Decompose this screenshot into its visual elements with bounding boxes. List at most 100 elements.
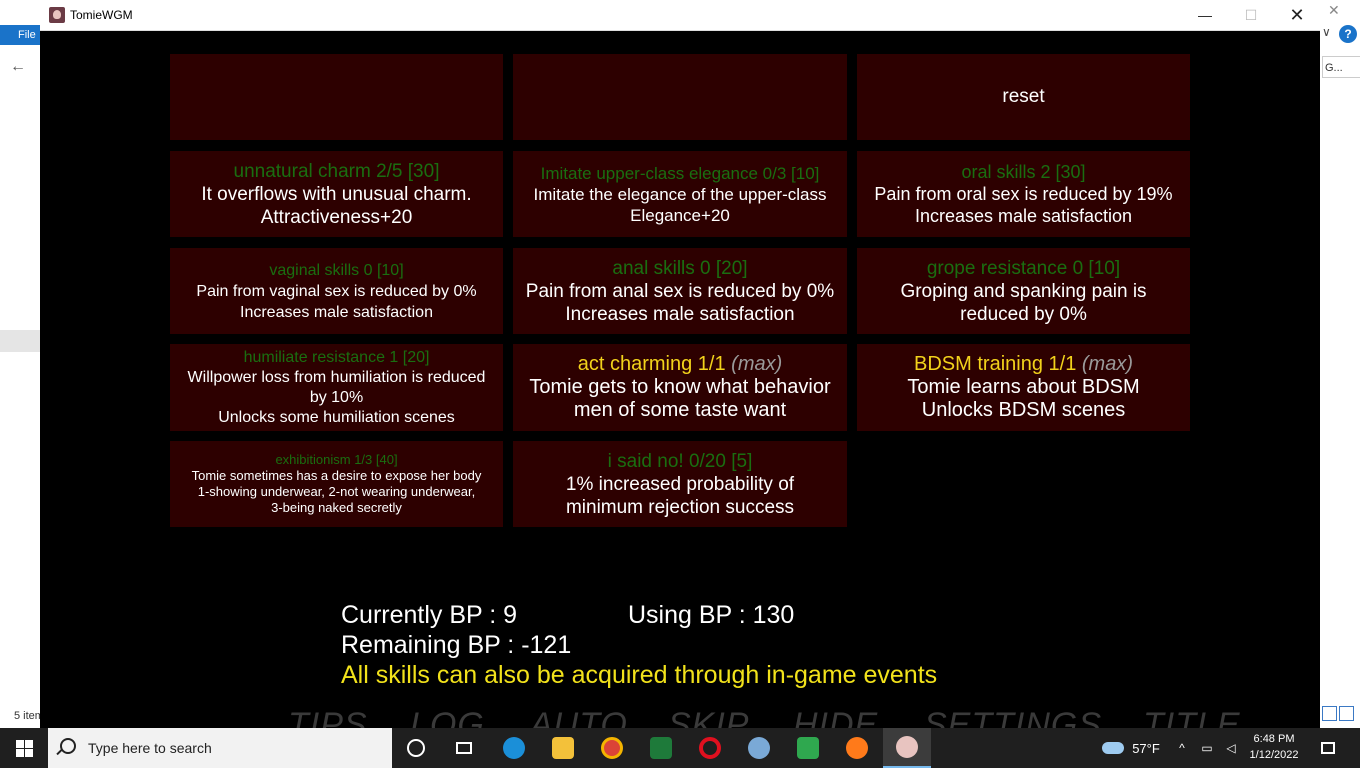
taskbar-opera[interactable] xyxy=(694,728,726,768)
skill-grope-resistance[interactable]: grope resistance 0 [10] Groping and span… xyxy=(857,248,1190,334)
chrome-icon xyxy=(601,737,623,759)
menu-skip[interactable]: SKIP xyxy=(668,706,749,728)
taskbar-chrome[interactable] xyxy=(596,728,628,768)
skill-name: unnatural charm 2/5 [30] xyxy=(233,160,440,182)
menu-tips[interactable]: TIPS xyxy=(288,706,368,728)
skill-effect: Increases male satisfaction xyxy=(565,303,795,325)
task-view-icon xyxy=(456,742,472,754)
windows-icon xyxy=(15,739,33,757)
menu-log[interactable]: LOG xyxy=(410,706,485,728)
skill-humiliate-resistance[interactable]: humiliate resistance 1 [20] Willpower lo… xyxy=(170,344,503,431)
taskbar-edge[interactable] xyxy=(498,728,530,768)
task-view-button[interactable] xyxy=(448,728,480,768)
skill-desc: Pain from vaginal sex is reduced by 0% xyxy=(196,282,477,300)
tomie-app-icon xyxy=(896,736,918,758)
skill-anal[interactable]: anal skills 0 [20] Pain from anal sex is… xyxy=(513,248,847,334)
skill-exhibitionism[interactable]: exhibitionism 1/3 [40] Tomie sometimes h… xyxy=(170,441,503,527)
explorer-search-field[interactable]: G... xyxy=(1322,56,1360,78)
menu-settings[interactable]: SETTINGS xyxy=(924,706,1102,728)
skill-desc-2: 1-showing underwear, 2-not wearing under… xyxy=(197,484,476,499)
skill-bdsm-training[interactable]: BDSM training 1/1 (max) Tomie learns abo… xyxy=(857,344,1190,431)
using-bp: Using BP : 130 xyxy=(628,601,795,629)
explorer-close-icon[interactable]: ✕ xyxy=(1328,2,1340,19)
skill-effect: Unlocks BDSM scenes xyxy=(921,399,1126,421)
lock-icon xyxy=(797,737,819,759)
skill-act-charming[interactable]: act charming 1/1 (max) Tomie gets to kno… xyxy=(513,344,847,431)
weather-temperature[interactable]: 57°F xyxy=(1128,728,1164,768)
empty-slot-1[interactable] xyxy=(170,54,503,140)
skill-desc: Groping and spanking pain is xyxy=(900,280,1147,302)
cortana-icon xyxy=(407,739,425,757)
explorer-file-tab[interactable]: File xyxy=(0,25,40,45)
network-icon[interactable]: ▭ xyxy=(1196,728,1218,768)
skill-desc: Pain from oral sex is reduced by 19% xyxy=(874,184,1173,204)
skill-name: anal skills 0 [20] xyxy=(612,257,748,279)
clock-date: 1/12/2022 xyxy=(1249,749,1299,761)
edge-icon xyxy=(503,737,525,759)
skill-name: act charming 1/1 xyxy=(577,353,726,375)
back-arrow-icon[interactable]: ← xyxy=(10,58,26,76)
menu-title[interactable]: TITLE xyxy=(1143,706,1241,728)
skill-imitate-elegance[interactable]: Imitate upper-class elegance 0/3 [10] Im… xyxy=(513,151,847,237)
max-tag: (max) xyxy=(731,353,783,375)
explorer-selected-row[interactable] xyxy=(0,330,40,352)
skill-name: exhibitionism 1/3 [40] xyxy=(275,452,398,467)
skill-desc: Tomie gets to know what behavior xyxy=(529,376,831,398)
skill-effect: Increases male satisfaction xyxy=(914,206,1133,226)
skill-effect: Attractiveness+20 xyxy=(260,206,413,228)
taskbar-app-paint[interactable] xyxy=(743,728,775,768)
skill-effect: Elegance+20 xyxy=(630,205,730,225)
window-title: TomieWGM xyxy=(70,8,133,22)
skill-name: humiliate resistance 1 [20] xyxy=(243,348,430,366)
taskbar-file-explorer[interactable] xyxy=(547,728,579,768)
skill-name-row: BDSM training 1/1 (max) xyxy=(914,353,1133,376)
reset-button[interactable]: reset xyxy=(857,54,1190,140)
skill-desc: 1% increased probability of xyxy=(565,473,795,495)
cloud-icon xyxy=(1102,742,1124,754)
tray-chevron-icon[interactable]: ^ xyxy=(1174,728,1190,768)
paint-icon xyxy=(748,737,770,759)
current-bp: Currently BP : 9 xyxy=(341,601,518,629)
taskbar-app-lock[interactable] xyxy=(792,728,824,768)
cortana-button[interactable] xyxy=(400,728,432,768)
skill-desc: Tomie learns about BDSM xyxy=(907,376,1140,398)
skill-desc: It overflows with unusual charm. xyxy=(201,183,472,205)
menu-auto[interactable]: AUTO xyxy=(530,706,628,728)
game-window: TomieWGM — ☐ ✕ reset unnatural charm 2/5… xyxy=(40,0,1320,728)
search-placeholder: Type here to search xyxy=(88,740,212,756)
notifications-button[interactable] xyxy=(1312,728,1344,768)
chevron-down-icon[interactable]: ∨ xyxy=(1322,25,1331,39)
max-tag: (max) xyxy=(1081,353,1133,375)
maximize-button[interactable]: ☐ xyxy=(1228,0,1274,30)
weather-icon[interactable] xyxy=(1098,728,1128,768)
close-button[interactable]: ✕ xyxy=(1274,0,1320,30)
search-icon xyxy=(60,738,76,754)
skill-desc: Imitate the elegance of the upper-class xyxy=(533,184,827,204)
start-button[interactable] xyxy=(0,728,48,768)
skill-oral[interactable]: oral skills 2 [30] Pain from oral sex is… xyxy=(857,151,1190,237)
bp-note: All skills can also be acquired through … xyxy=(341,661,938,689)
folder-icon xyxy=(552,737,574,759)
taskbar-search[interactable]: Type here to search xyxy=(48,728,392,768)
taskbar-tomiewgm[interactable] xyxy=(883,728,931,768)
volume-icon[interactable]: ◁ xyxy=(1220,728,1242,768)
minimize-button[interactable]: — xyxy=(1182,0,1228,30)
skill-i-said-no[interactable]: i said no! 0/20 [5] 1% increased probabi… xyxy=(513,441,847,527)
empty-slot-2[interactable] xyxy=(513,54,847,140)
view-toggle-icons[interactable] xyxy=(1322,706,1356,724)
clock-time: 6:48 PM xyxy=(1253,733,1295,745)
help-icon[interactable]: ? xyxy=(1339,25,1357,43)
skill-name: vaginal skills 0 [10] xyxy=(269,261,404,279)
reset-label: reset xyxy=(1002,86,1045,107)
skill-effect: reduced by 0% xyxy=(960,303,1087,325)
taskbar-app-green[interactable] xyxy=(645,728,677,768)
opera-icon xyxy=(699,737,721,759)
skill-vaginal[interactable]: vaginal skills 0 [10] Pain from vaginal … xyxy=(170,248,503,334)
skill-desc: Tomie sometimes has a desire to expose h… xyxy=(191,468,482,483)
explorer-titlebar xyxy=(0,0,40,25)
taskbar-clock[interactable]: 6:48 PM 1/12/2022 xyxy=(1244,731,1304,763)
skill-effect: Unlocks some humiliation scenes xyxy=(218,408,455,426)
menu-hide[interactable]: HIDE xyxy=(793,706,878,728)
taskbar-firefox[interactable] xyxy=(841,728,873,768)
skill-unnatural-charm[interactable]: unnatural charm 2/5 [30] It overflows wi… xyxy=(170,151,503,237)
